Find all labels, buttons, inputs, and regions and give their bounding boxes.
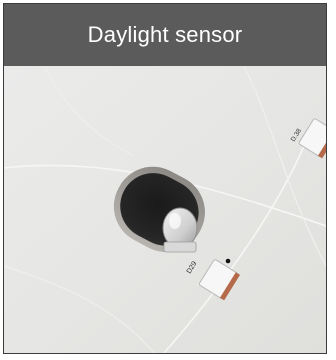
sensor-photo: D29 D.38 bbox=[4, 66, 326, 353]
polarity-dot bbox=[225, 258, 231, 264]
caption-title: Daylight sensor bbox=[87, 22, 243, 47]
sensor-photo-illustration: D29 D.38 bbox=[4, 66, 326, 353]
light-sensor-lens bbox=[162, 207, 198, 253]
figure-frame: Daylight sensor D29 D.38 bbox=[3, 3, 327, 354]
caption-bar: Daylight sensor bbox=[4, 4, 326, 66]
